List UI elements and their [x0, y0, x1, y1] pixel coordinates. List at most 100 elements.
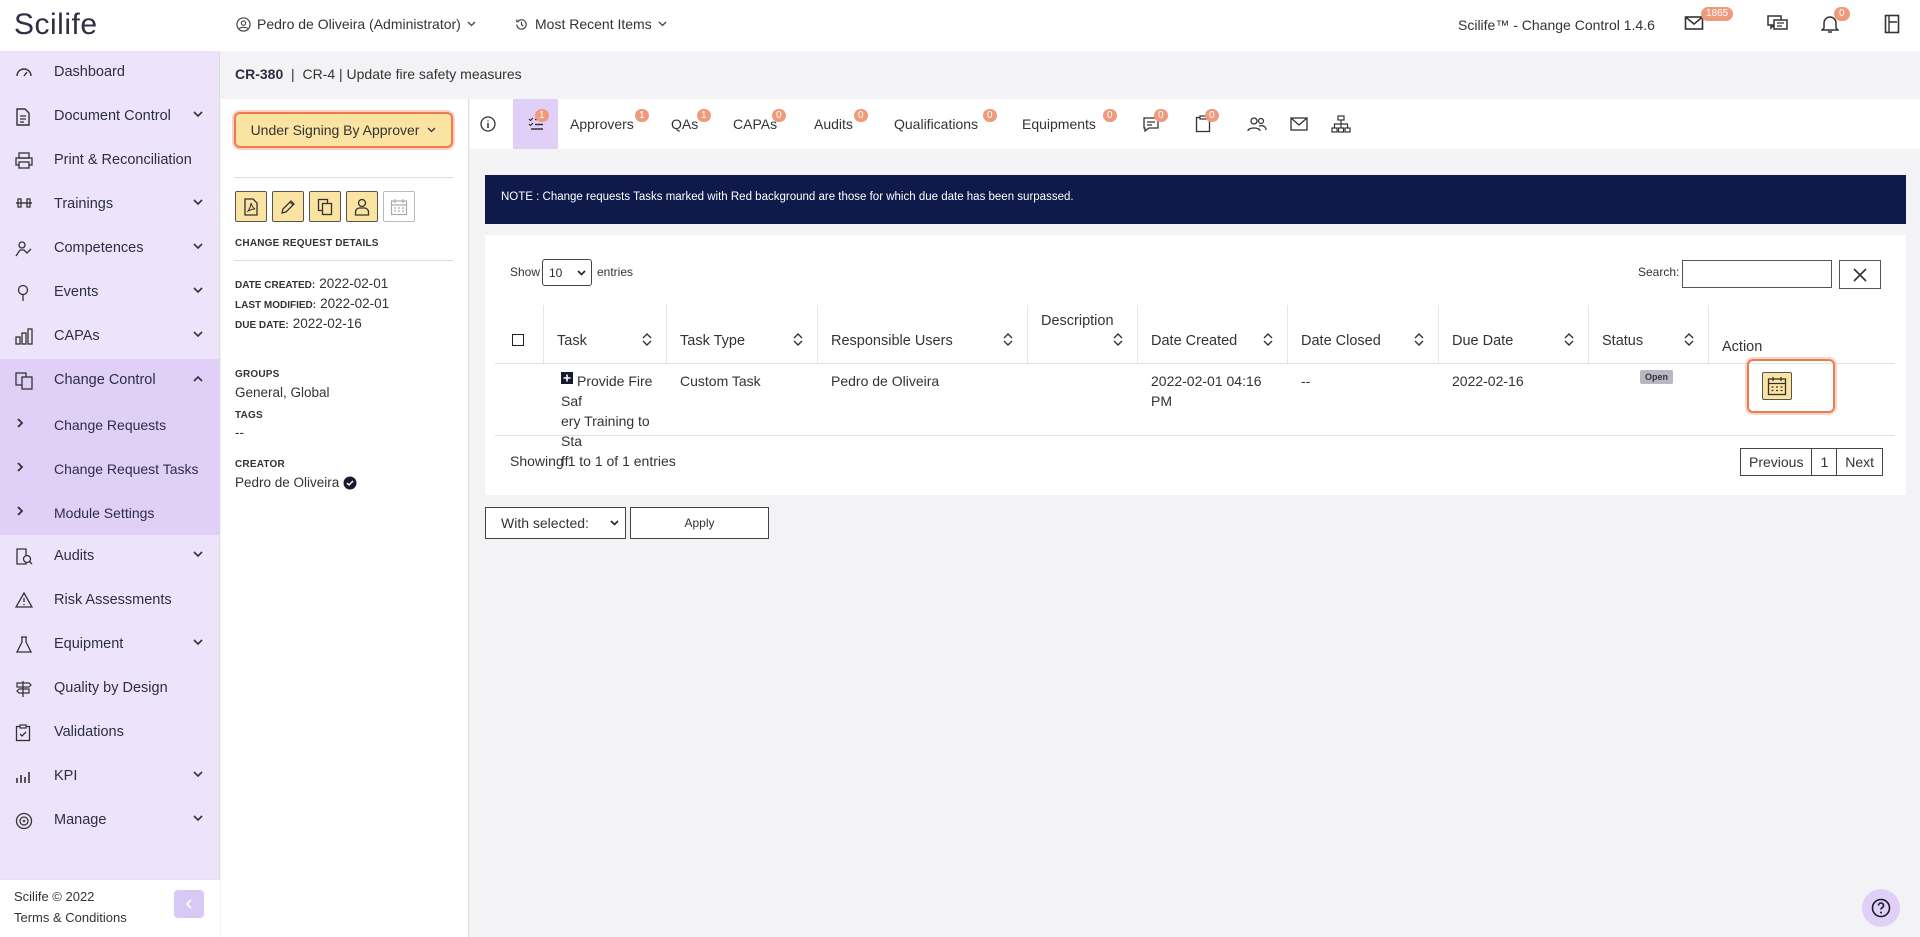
sidebar-subitem-label: Module Settings [54, 505, 155, 521]
sidebar-subitem-change-requests[interactable]: Change Requests [0, 403, 220, 447]
sidebar-item-label: Quality by Design [54, 680, 168, 696]
due-date-cell: 2022-02-16 [1452, 373, 1524, 389]
clear-search-button[interactable] [1839, 260, 1881, 289]
tab-capas[interactable]: CAPAs 0 [733, 99, 786, 149]
sidebar-item-audits[interactable]: Audits [0, 535, 220, 579]
column-header-date-created[interactable]: Date Created [1138, 305, 1288, 363]
column-header-responsible-users[interactable]: Responsible Users [818, 305, 1028, 363]
sidebar-item-quality-by-design[interactable]: Quality by Design [0, 667, 220, 711]
sidebar-item-document-control[interactable]: Document Control [0, 95, 220, 139]
assign-user-button[interactable] [346, 191, 378, 222]
due-date-value: 2022-02-16 [292, 316, 362, 331]
show-label: Show [510, 265, 541, 279]
sidebar-item-kpi[interactable]: KPI [0, 755, 220, 799]
mail-button[interactable]: 1865 [1684, 7, 1734, 32]
column-header-date-closed[interactable]: Date Closed [1288, 305, 1439, 363]
sidebar-subitem-label: Change Requests [54, 417, 167, 433]
sidebar-subitem-module-settings[interactable]: Module Settings [0, 491, 220, 535]
tab-info[interactable] [480, 99, 500, 149]
chevron-down-icon [577, 269, 586, 276]
column-header-due-date[interactable]: Due Date [1439, 305, 1589, 363]
tab-label: CAPAs [733, 116, 778, 132]
sort-icon [1113, 333, 1123, 346]
tab-users[interactable] [1247, 99, 1267, 149]
record-tabs: 1 Approvers 1 QAs 1 CAPAs 0 Audits 0 Qua… [470, 99, 1920, 149]
info-icon [480, 116, 496, 132]
tab-equipments[interactable]: Equipments 0 [1022, 99, 1117, 149]
responsible-users-cell: Pedro de Oliveira [831, 373, 940, 389]
entries-per-page-select[interactable]: 10 [542, 259, 592, 286]
tab-label: Qualifications [894, 116, 979, 132]
pdf-icon [244, 197, 258, 216]
select-all-header [495, 305, 544, 363]
tab-attachments[interactable]: 0 [1195, 99, 1225, 149]
sidebar-item-competences[interactable]: Competences [0, 227, 220, 271]
task-name-line-1: Provide Fire Saf [561, 373, 653, 409]
tasks-table-card: Show 10 entries Search: Task Task Type R… [485, 235, 1906, 495]
next-page-button[interactable]: Next [1837, 449, 1882, 475]
equipments-count-badge: 0 [1103, 109, 1117, 122]
sidebar-item-capas[interactable]: CAPAs [0, 315, 220, 359]
tab-audits[interactable]: Audits 0 [814, 99, 868, 149]
select-all-checkbox[interactable] [512, 334, 524, 346]
sidebar-item-dashboard[interactable]: Dashboard [0, 51, 220, 95]
duplicate-button[interactable] [309, 191, 341, 222]
hierarchy-icon [1331, 115, 1351, 133]
groups-value: General, Global [235, 385, 330, 400]
column-header-task[interactable]: Task [544, 305, 667, 363]
sidebar-item-print-reconciliation[interactable]: Print & Reconciliation [0, 139, 220, 183]
sidebar-item-equipment[interactable]: Equipment [0, 623, 220, 667]
column-header-task-type[interactable]: Task Type [667, 305, 818, 363]
sidebar-item-manage[interactable]: Manage [0, 799, 220, 843]
sidebar-item-validations[interactable]: Validations [0, 711, 220, 755]
sidebar-item-trainings[interactable]: Trainings [0, 183, 220, 227]
sidebar-item-risk-assessments[interactable]: Risk Assessments [0, 579, 220, 623]
apply-button[interactable]: Apply [630, 507, 769, 539]
change-request-detail-panel: Under Signing By Approver CHANGE REQUEST… [221, 99, 469, 937]
breadcrumb-separator: | [291, 66, 295, 82]
search-input[interactable] [1682, 260, 1832, 288]
creator-row: Pedro de Oliveira [235, 475, 357, 490]
workflow-status-button[interactable]: Under Signing By Approver [234, 112, 453, 148]
manual-button[interactable] [1884, 14, 1900, 34]
creator-name[interactable]: Pedro de Oliveira [235, 475, 339, 490]
collapse-sidebar-button[interactable] [174, 890, 204, 918]
previous-page-button[interactable]: Previous [1741, 449, 1813, 475]
record-title: CR-4 | Update fire safety measures [302, 66, 522, 82]
sidebar-footer: Scilife © 2022 Terms & Conditions [0, 879, 220, 937]
schedule-task-button[interactable] [1762, 372, 1792, 400]
chevron-down-icon [610, 520, 619, 526]
tab-relationships[interactable] [1331, 99, 1351, 149]
tab-tasks[interactable]: 1 [513, 99, 558, 149]
column-header-status[interactable]: Status [1589, 305, 1709, 363]
chat-button[interactable] [1767, 14, 1788, 33]
printer-icon [15, 152, 33, 169]
recent-items-menu[interactable]: Most Recent Items [514, 16, 667, 32]
terms-link[interactable]: Terms & Conditions [14, 910, 127, 925]
app-version: Scilife™ - Change Control 1.4.6 [1458, 17, 1655, 33]
sidebar-subitem-change-request-tasks[interactable]: Change Request Tasks [0, 447, 220, 491]
tab-approvers[interactable]: Approvers 1 [570, 99, 649, 149]
tab-qas[interactable]: QAs 1 [671, 99, 711, 149]
divider [234, 260, 453, 261]
app-logo[interactable]: Scilife [14, 8, 98, 42]
sidebar-item-change-control[interactable]: Change Control [0, 359, 220, 403]
page-1-button[interactable]: 1 [1812, 449, 1838, 475]
sidebar-item-events[interactable]: Events [0, 271, 220, 315]
chevron-down-icon [193, 331, 203, 338]
creator-label: CREATOR [235, 459, 285, 470]
schedule-button[interactable] [383, 191, 415, 222]
table-row-divider [495, 435, 1895, 436]
help-button[interactable] [1862, 889, 1900, 927]
tab-qualifications[interactable]: Qualifications 0 [894, 99, 997, 149]
tab-emails[interactable] [1290, 99, 1308, 149]
notifications-button[interactable]: 0 [1821, 7, 1850, 34]
last-modified-row: LAST MODIFIED: 2022-02-01 [235, 296, 389, 311]
edit-button[interactable] [272, 191, 304, 222]
export-pdf-button[interactable] [235, 191, 267, 222]
last-modified-value: 2022-02-01 [320, 296, 390, 311]
bulk-action-select[interactable]: With selected: [485, 507, 626, 539]
user-menu[interactable]: Pedro de Oliveira (Administrator) [236, 16, 476, 32]
tab-comments[interactable]: 0 [1142, 99, 1172, 149]
column-header-description[interactable]: Description [1028, 305, 1138, 363]
